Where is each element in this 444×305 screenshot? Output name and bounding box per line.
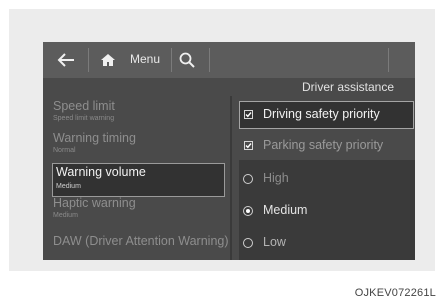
- home-icon: [101, 54, 115, 66]
- menu-item-title: Haptic warning: [53, 196, 136, 210]
- page-title: Driver assistance: [301, 80, 395, 94]
- search-button[interactable]: [174, 42, 200, 78]
- menu-item-subtitle: Medium: [56, 183, 81, 190]
- radio-button[interactable]: [243, 206, 253, 216]
- menu-item-subtitle: Normal: [53, 147, 76, 154]
- home-button[interactable]: [93, 42, 123, 78]
- checkmark-icon: [245, 112, 252, 118]
- radio-button[interactable]: [243, 174, 253, 184]
- checkbox[interactable]: [244, 110, 253, 119]
- toolbar-separator: [171, 48, 172, 72]
- menu-item-warning-timing[interactable]: Warning timing Normal: [53, 131, 228, 155]
- menu-item-warning-volume[interactable]: Warning volume Medium: [52, 163, 225, 197]
- toolbar-separator: [88, 48, 89, 72]
- back-button[interactable]: [51, 42, 81, 78]
- menu-button[interactable]: Menu: [130, 52, 160, 66]
- panel-divider: [230, 96, 232, 260]
- menu-item-title: Warning volume: [56, 165, 146, 179]
- option-label: High: [263, 171, 289, 185]
- option-label: Low: [263, 235, 286, 249]
- toolbar-separator: [209, 48, 210, 72]
- menu-item-daw[interactable]: DAW (Driver Attention Warning): [53, 234, 229, 249]
- toolbar-separator: [388, 48, 389, 72]
- checkbox[interactable]: [244, 141, 253, 150]
- menu-item-title: Speed limit: [53, 99, 115, 113]
- menu-item-haptic-warning[interactable]: Haptic warning Medium: [53, 196, 228, 220]
- option-label: Medium: [263, 203, 308, 217]
- arrow-left-icon: [57, 53, 74, 67]
- infotainment-screen: Menu Driver assistance Speed limit Speed…: [43, 42, 415, 260]
- menu-item-title: DAW (Driver Attention Warning): [53, 234, 229, 248]
- menu-item-subtitle: Medium: [53, 212, 78, 219]
- radio-button[interactable]: [243, 238, 253, 248]
- figure-code: OJKEV072261L: [354, 287, 436, 299]
- search-icon: [179, 52, 195, 68]
- option-label: Parking safety priority: [263, 138, 384, 152]
- menu-item-speed-limit[interactable]: Speed limit Speed limit warning: [53, 99, 228, 123]
- checkmark-icon: [245, 143, 252, 149]
- option-label: Driving safety priority: [263, 107, 380, 121]
- menu-item-title: Warning timing: [53, 131, 136, 145]
- menu-item-subtitle: Speed limit warning: [53, 115, 115, 122]
- top-toolbar: Menu: [43, 42, 415, 78]
